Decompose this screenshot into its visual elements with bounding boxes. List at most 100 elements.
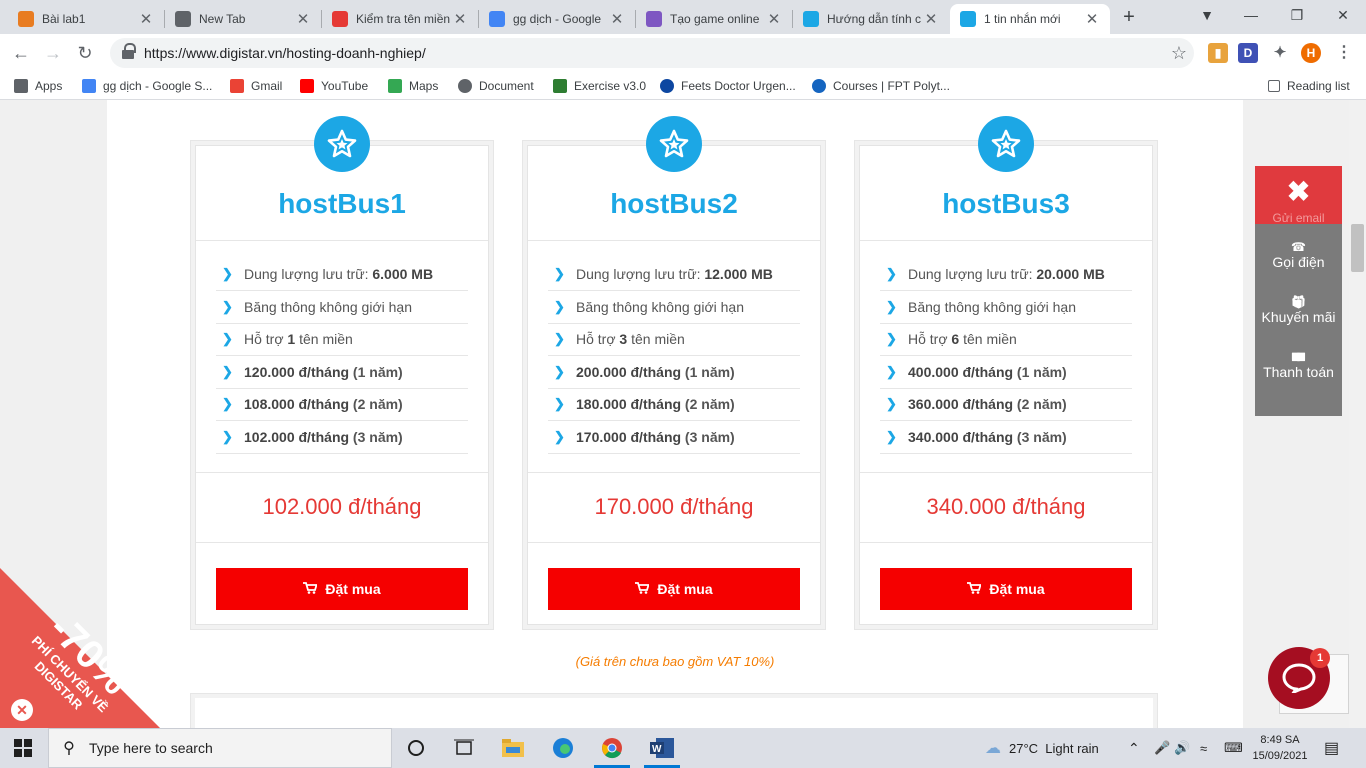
reload-button[interactable]: ↻: [74, 42, 96, 64]
bookmark-star-icon[interactable]: ☆: [1164, 43, 1194, 64]
tab-close-icon[interactable]: ✕: [138, 10, 154, 28]
tab-close-icon[interactable]: ✕: [295, 10, 311, 28]
browser-tab[interactable]: Bài lab1 ✕: [8, 4, 164, 34]
bookmark-label: Feets Doctor Urgen...: [681, 79, 796, 93]
order-button[interactable]: Đặt mua: [548, 568, 800, 610]
notification-icon[interactable]: ▤: [1324, 728, 1339, 768]
tab-search-icon[interactable]: ▼: [1192, 4, 1222, 26]
feature-row: ❯ 108.000 đ/tháng (2 năm): [216, 388, 468, 422]
lock-icon[interactable]: [122, 43, 136, 59]
scrollbar-thumb[interactable]: [1351, 224, 1364, 272]
chevron-right-icon: ❯: [222, 298, 233, 314]
vat-note: (Giá trên chưa bao gồm VAT 10%): [575, 654, 775, 669]
feature-text-post: (1 năm): [1013, 363, 1067, 380]
minimize-button[interactable]: —: [1236, 4, 1266, 26]
feature-row: ❯ Băng thông không giới hạn: [216, 291, 468, 324]
tab-close-icon[interactable]: ✕: [923, 10, 939, 28]
order-button-label: Đặt mua: [657, 581, 713, 597]
feature-text: Dung lượng lưu trữ: 12.000 MB: [576, 266, 773, 282]
forward-button[interactable]: →: [42, 42, 64, 64]
cloud-rain-icon: ☁: [985, 740, 1001, 757]
feature-text-post: (1 năm): [681, 363, 735, 380]
feature-text-pre: Băng thông không giới hạn: [908, 298, 1076, 315]
bookmark-item[interactable]: Document: [458, 76, 534, 96]
divider: [528, 240, 820, 241]
cortana-icon[interactable]: [404, 736, 428, 760]
feature-text-pre: Hỗ trợ: [908, 331, 952, 348]
new-tab-button[interactable]: +: [1118, 6, 1140, 28]
bookmark-item[interactable]: Feets Doctor Urgen...: [660, 76, 796, 96]
tab-title: New Tab: [199, 12, 246, 26]
contact-widget-close-button[interactable]: ✖ Gửi email: [1255, 166, 1342, 224]
extension-d-icon[interactable]: D: [1238, 43, 1258, 63]
windows-start-icon[interactable]: [14, 739, 32, 762]
browser-tab[interactable]: Kiểm tra tên miền ✕: [322, 4, 478, 34]
star-icon: [978, 116, 1034, 172]
tab-close-icon[interactable]: ✕: [609, 10, 625, 28]
contact-item[interactable]: 💵 Thanh toán: [1255, 337, 1342, 392]
promo-ribbon[interactable]: -70% PHÍ CHUYỂN VỀ DIGISTAR ✕: [0, 540, 200, 728]
tab-close-icon[interactable]: ✕: [1084, 10, 1100, 28]
browser-tab[interactable]: Hướng dẫn tính c ✕: [793, 4, 949, 34]
feature-text: 180.000 đ/tháng (2 năm): [576, 396, 735, 412]
feature-row: ❯ Băng thông không giới hạn: [548, 291, 800, 324]
extension-icon[interactable]: ▮: [1208, 43, 1228, 63]
feature-text-bold: 400.000 đ/tháng: [908, 363, 1014, 380]
menu-icon[interactable]: ⋮: [1334, 43, 1354, 63]
order-button[interactable]: Đặt mua: [216, 568, 468, 610]
feature-text: 400.000 đ/tháng (1 năm): [908, 364, 1067, 380]
promo-close-icon[interactable]: ✕: [11, 699, 33, 721]
browser-tab[interactable]: New Tab ✕: [165, 4, 321, 34]
feature-text-bold: 170.000 đ/tháng: [576, 429, 682, 445]
microphone-icon[interactable]: 🎤: [1154, 728, 1170, 768]
contact-item[interactable]: 🎁 Khuyến mãi: [1255, 282, 1342, 337]
address-bar[interactable]: https://www.digistar.vn/hosting-doanh-ng…: [110, 38, 1194, 68]
page-scrollbar[interactable]: [1349, 100, 1366, 728]
tab-close-icon[interactable]: ✕: [452, 10, 468, 28]
chrome-icon[interactable]: [600, 736, 624, 760]
bookmark-item[interactable]: Gmail: [230, 76, 282, 96]
back-button[interactable]: ←: [10, 42, 32, 64]
browser-tab[interactable]: 1 tin nhắn mới ✕: [950, 4, 1110, 34]
word-icon[interactable]: W: [650, 736, 674, 760]
edge-icon[interactable]: [551, 736, 575, 760]
file-explorer-icon[interactable]: [501, 736, 525, 760]
bookmark-label: Gmail: [251, 79, 283, 93]
feets-icon: [660, 79, 674, 93]
order-button[interactable]: Đặt mua: [880, 568, 1132, 610]
profile-avatar[interactable]: H: [1301, 43, 1321, 63]
bookmark-item[interactable]: Exercise v3.0: [553, 76, 646, 96]
star-icon: [646, 116, 702, 172]
bookmark-item[interactable]: Apps: [14, 76, 62, 96]
bookmarks-bar: Apps gg dịch - Google S... Gmail YouTube Map…: [0, 72, 1366, 100]
tab-close-icon[interactable]: ✕: [766, 10, 782, 28]
tray-chevron-icon[interactable]: ⌃: [1128, 728, 1140, 768]
system-clock[interactable]: 8:49 SA 15/09/2021: [1250, 732, 1310, 764]
task-view-icon[interactable]: [452, 736, 476, 760]
browser-tab[interactable]: Tạo game online ✕: [636, 4, 792, 34]
reading-list-icon: [1268, 80, 1280, 92]
taskbar-search-box[interactable]: ⚲ Type here to search: [48, 728, 392, 768]
reading-list[interactable]: Reading list: [1268, 76, 1350, 96]
divider: [528, 542, 820, 543]
url-text[interactable]: https://www.digistar.vn/hosting-doanh-ng…: [144, 45, 1164, 61]
bookmark-item[interactable]: gg dịch - Google S...: [82, 76, 212, 96]
bookmark-item[interactable]: YouTube: [300, 76, 368, 96]
courses-icon: [812, 79, 826, 93]
bookmark-item[interactable]: Maps: [388, 76, 438, 96]
language-icon[interactable]: ⌨: [1224, 728, 1243, 768]
weather-widget[interactable]: ☁ 27°C Light rain: [985, 728, 1099, 768]
google-icon: [82, 79, 96, 93]
feature-text: Băng thông không giới hạn: [244, 299, 412, 315]
feature-text-pre: Băng thông không giới hạn: [576, 298, 744, 315]
volume-icon[interactable]: 🔊: [1174, 728, 1190, 768]
restore-button[interactable]: ❐: [1282, 4, 1312, 26]
feature-text-pre: Hỗ trợ: [576, 331, 620, 348]
wifi-icon[interactable]: ≈: [1200, 728, 1207, 768]
bookmark-item[interactable]: Courses | FPT Polyt...: [812, 76, 950, 96]
contact-item[interactable]: ☎ Gọi điện: [1255, 227, 1342, 282]
browser-tab[interactable]: gg dịch - Google ✕: [479, 4, 635, 34]
puzzle-icon[interactable]: ✦: [1270, 43, 1290, 63]
feature-row: ❯ 400.000 đ/tháng (1 năm): [880, 356, 1132, 389]
close-window-button[interactable]: ✕: [1328, 4, 1358, 26]
